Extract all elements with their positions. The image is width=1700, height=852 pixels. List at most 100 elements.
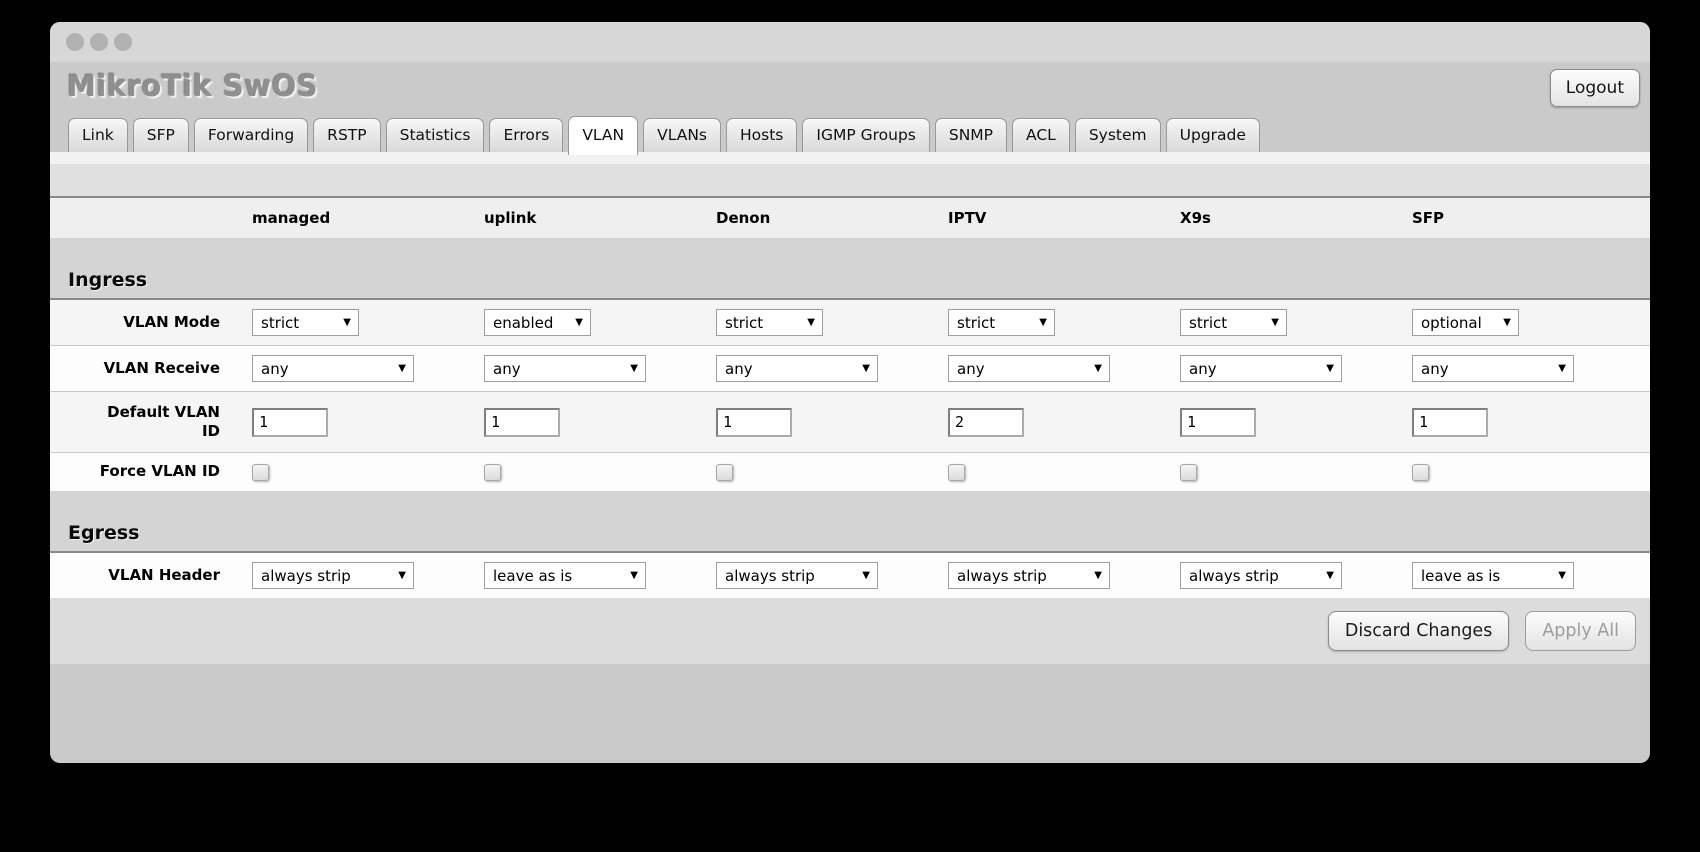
force-vlan-id-checkbox-x9s[interactable] bbox=[1180, 463, 1197, 481]
cell-vlan-receive-x9s: any ▼ bbox=[1178, 355, 1410, 382]
vlan-receive-select-managed[interactable]: any ▼ bbox=[252, 355, 414, 382]
window-titlebar bbox=[50, 22, 1650, 62]
tab-system[interactable]: System bbox=[1074, 118, 1161, 152]
cell-vlan-header-managed: always strip ▼ bbox=[250, 562, 482, 589]
panel-top-strip bbox=[50, 152, 1650, 164]
action-button-row: Discard Changes Apply All bbox=[50, 598, 1650, 664]
tab-rstp[interactable]: RSTP bbox=[313, 118, 381, 152]
vlan-header-select-managed[interactable]: always strip ▼ bbox=[252, 562, 414, 589]
selected-value: optional bbox=[1421, 313, 1482, 332]
window-control-minimize-icon[interactable] bbox=[90, 33, 108, 51]
row-default-vlan-id: Default VLAN ID bbox=[50, 391, 1650, 452]
vlan-receive-select-x9s[interactable]: any ▼ bbox=[1180, 355, 1342, 382]
tab-hosts[interactable]: Hosts bbox=[726, 118, 798, 152]
chevron-down-icon: ▼ bbox=[398, 570, 406, 581]
window-control-zoom-icon[interactable] bbox=[114, 33, 132, 51]
chevron-down-icon: ▼ bbox=[630, 570, 638, 581]
content-panel: managed uplink Denon IPTV X9s SFP Ingress VLAN… bbox=[50, 152, 1650, 664]
selected-value: strict bbox=[725, 313, 764, 332]
default-vlan-id-input-sfp[interactable] bbox=[1412, 407, 1488, 437]
selected-value: any bbox=[493, 359, 521, 378]
force-vlan-id-checkbox-denon[interactable] bbox=[716, 463, 733, 481]
row-label-text: VLAN Header bbox=[108, 565, 220, 584]
force-vlan-id-checkbox-managed[interactable] bbox=[252, 463, 269, 481]
selected-value: enabled bbox=[493, 313, 554, 332]
section-ingress: Ingress bbox=[50, 238, 1650, 300]
cell-vlan-mode-iptv: strict ▼ bbox=[946, 309, 1178, 336]
selected-value: always strip bbox=[725, 566, 815, 585]
chevron-down-icon: ▼ bbox=[862, 570, 870, 581]
chevron-down-icon: ▼ bbox=[630, 363, 638, 374]
page-header: MikroTik SwOS Logout bbox=[50, 62, 1650, 115]
panel-spacer bbox=[50, 164, 1650, 196]
tab-upgrade[interactable]: Upgrade bbox=[1165, 118, 1260, 152]
tab-forwarding[interactable]: Forwarding bbox=[193, 118, 309, 152]
force-vlan-id-checkbox-iptv[interactable] bbox=[948, 463, 965, 481]
cell-vlan-receive-managed: any ▼ bbox=[250, 355, 482, 382]
vlan-receive-select-uplink[interactable]: any ▼ bbox=[484, 355, 646, 382]
force-vlan-id-checkbox-uplink[interactable] bbox=[484, 463, 501, 481]
tab-errors[interactable]: Errors bbox=[489, 118, 564, 152]
row-label-vlan-receive: VLAN Receive bbox=[50, 359, 250, 379]
cell-vlan-mode-denon: strict ▼ bbox=[714, 309, 946, 336]
vlan-mode-select-iptv[interactable]: strict ▼ bbox=[948, 309, 1055, 336]
tab-igmp-groups[interactable]: IGMP Groups bbox=[802, 118, 930, 152]
cell-default-vlan-id-x9s bbox=[1178, 407, 1410, 437]
default-vlan-id-input-x9s[interactable] bbox=[1180, 407, 1256, 437]
vlan-header-select-uplink[interactable]: leave as is ▼ bbox=[484, 562, 646, 589]
vlan-header-select-iptv[interactable]: always strip ▼ bbox=[948, 562, 1110, 589]
window-control-close-icon[interactable] bbox=[66, 33, 84, 51]
vlan-header-select-sfp[interactable]: leave as is ▼ bbox=[1412, 562, 1574, 589]
tab-snmp[interactable]: SNMP bbox=[934, 118, 1008, 152]
cell-default-vlan-id-uplink bbox=[482, 407, 714, 437]
cell-default-vlan-id-managed bbox=[250, 407, 482, 437]
vlan-header-select-x9s[interactable]: always strip ▼ bbox=[1180, 562, 1342, 589]
tab-sfp[interactable]: SFP bbox=[132, 118, 189, 152]
vlan-mode-select-sfp[interactable]: optional ▼ bbox=[1412, 309, 1519, 336]
selected-value: leave as is bbox=[493, 566, 573, 585]
app-title: MikroTik SwOS bbox=[67, 69, 319, 103]
selected-value: any bbox=[261, 359, 289, 378]
tab-acl[interactable]: ACL bbox=[1012, 118, 1070, 152]
cell-vlan-header-x9s: always strip ▼ bbox=[1178, 562, 1410, 589]
vlan-receive-select-sfp[interactable]: any ▼ bbox=[1412, 355, 1574, 382]
vlan-header-select-denon[interactable]: always strip ▼ bbox=[716, 562, 878, 589]
cell-force-vlan-id-denon bbox=[714, 463, 946, 481]
tab-statistics[interactable]: Statistics bbox=[385, 118, 485, 152]
default-vlan-id-input-iptv[interactable] bbox=[948, 407, 1024, 437]
vlan-mode-select-denon[interactable]: strict ▼ bbox=[716, 309, 823, 336]
column-header-sfp: SFP bbox=[1412, 209, 1445, 227]
chevron-down-icon: ▼ bbox=[862, 363, 870, 374]
vlan-mode-select-x9s[interactable]: strict ▼ bbox=[1180, 309, 1287, 336]
default-vlan-id-input-managed[interactable] bbox=[252, 407, 328, 437]
cell-vlan-header-denon: always strip ▼ bbox=[714, 562, 946, 589]
vlan-receive-select-denon[interactable]: any ▼ bbox=[716, 355, 878, 382]
tab-bar: Link SFP Forwarding RSTP Statistics Errors VLA… bbox=[50, 115, 1650, 155]
default-vlan-id-input-uplink[interactable] bbox=[484, 407, 560, 437]
chevron-down-icon: ▼ bbox=[1271, 317, 1279, 328]
chevron-down-icon: ▼ bbox=[1039, 317, 1047, 328]
selected-value: always strip bbox=[957, 566, 1047, 585]
selected-value: strict bbox=[957, 313, 996, 332]
force-vlan-id-checkbox-sfp[interactable] bbox=[1412, 463, 1429, 481]
vlan-receive-select-iptv[interactable]: any ▼ bbox=[948, 355, 1110, 382]
section-title-ingress: Ingress bbox=[68, 269, 148, 291]
cell-vlan-mode-sfp: optional ▼ bbox=[1410, 309, 1642, 336]
default-vlan-id-input-denon[interactable] bbox=[716, 407, 792, 437]
logout-button[interactable]: Logout bbox=[1549, 69, 1640, 107]
discard-changes-button[interactable]: Discard Changes bbox=[1327, 611, 1510, 651]
vlan-mode-select-uplink[interactable]: enabled ▼ bbox=[484, 309, 591, 336]
vlan-mode-select-managed[interactable]: strict ▼ bbox=[252, 309, 359, 336]
apply-all-button[interactable]: Apply All bbox=[1525, 611, 1636, 651]
cell-vlan-header-iptv: always strip ▼ bbox=[946, 562, 1178, 589]
cell-vlan-mode-x9s: strict ▼ bbox=[1178, 309, 1410, 336]
cell-vlan-receive-uplink: any ▼ bbox=[482, 355, 714, 382]
tab-vlan[interactable]: VLAN bbox=[568, 116, 639, 155]
cell-force-vlan-id-managed bbox=[250, 463, 482, 481]
tab-link[interactable]: Link bbox=[68, 118, 128, 152]
tab-vlans[interactable]: VLANs bbox=[643, 118, 721, 152]
cell-vlan-header-uplink: leave as is ▼ bbox=[482, 562, 714, 589]
row-vlan-receive: VLAN Receive any ▼ any ▼ any ▼ any ▼ any ▼ any ▼ bbox=[50, 345, 1650, 391]
selected-value: any bbox=[1421, 359, 1449, 378]
row-vlan-header: VLAN Header always strip ▼ leave as is ▼ alwa… bbox=[50, 553, 1650, 598]
